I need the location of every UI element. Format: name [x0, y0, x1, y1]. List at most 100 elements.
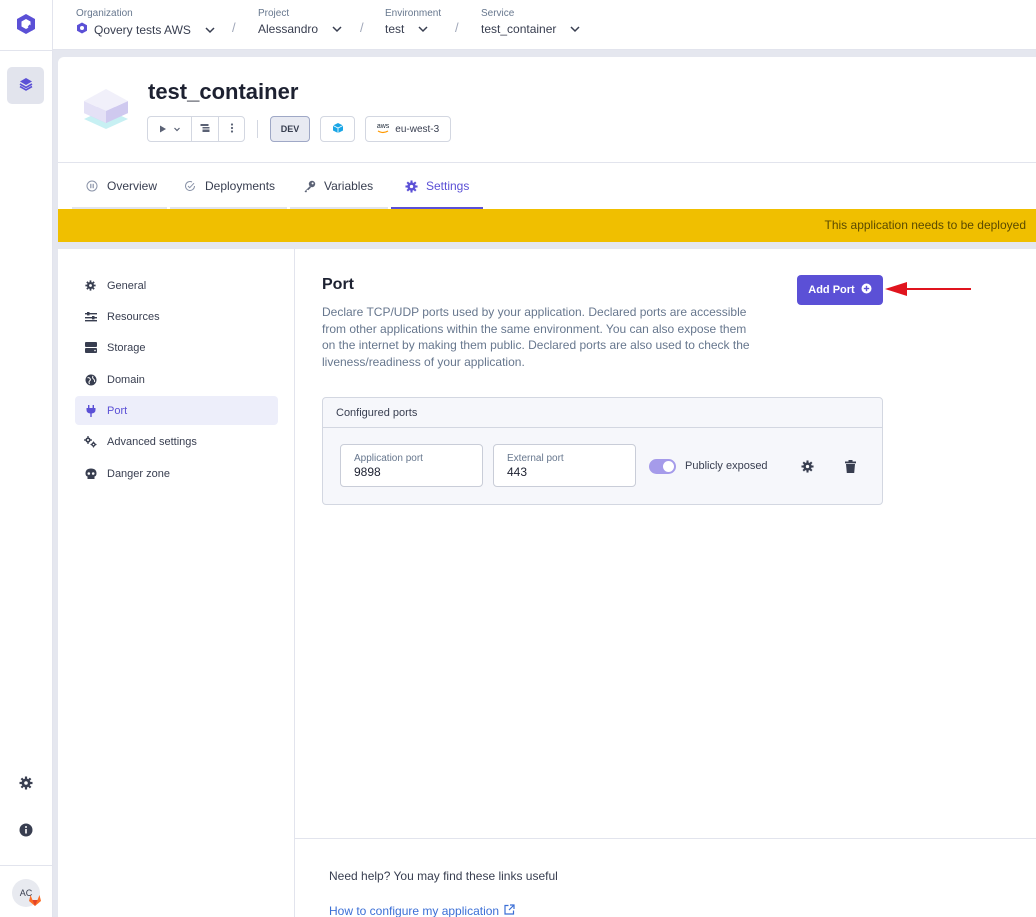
- help-link-label: How to configure my application: [329, 904, 500, 917]
- section-title: Port: [322, 276, 354, 293]
- port-settings-content: Port Declare TCP/UDP ports used by your …: [295, 249, 1036, 917]
- plus-circle-icon: [861, 283, 872, 297]
- chevron-down-icon: [330, 22, 344, 36]
- breadcrumb-separator: /: [232, 20, 236, 35]
- settings-sidebar: General Resources Storage Domain Port Ad…: [58, 249, 295, 917]
- sliders-icon: [84, 310, 97, 323]
- gear-icon: [404, 179, 418, 193]
- chevron-down-icon: [416, 22, 430, 36]
- breadcrumb-environment[interactable]: Environment test: [385, 8, 441, 36]
- breadcrumb-separator: /: [360, 20, 364, 35]
- gear-icon: [84, 279, 97, 292]
- sidebar-item-label: Resources: [107, 310, 160, 323]
- publicly-exposed-label: Publicly exposed: [685, 460, 768, 472]
- qovery-logo-icon[interactable]: [14, 12, 38, 36]
- region-label: eu-west-3: [395, 123, 440, 135]
- sidebar-item-advanced-settings[interactable]: Advanced settings: [75, 427, 278, 456]
- qovery-org-icon: [76, 22, 88, 37]
- breadcrumb-organization[interactable]: Organization Qovery tests AWS: [76, 8, 217, 37]
- sidebar-item-danger-zone[interactable]: Danger zone: [75, 459, 278, 488]
- tab-settings[interactable]: Settings: [404, 163, 469, 209]
- breadcrumb-service[interactable]: Service test_container: [481, 8, 582, 36]
- add-port-label: Add Port: [808, 284, 855, 296]
- port-settings-gear-icon[interactable]: [799, 458, 815, 474]
- sidebar-item-label: Port: [107, 404, 128, 417]
- configured-ports-card: Configured ports Application port 9898 E…: [322, 397, 883, 505]
- application-port-field[interactable]: Application port 9898: [340, 444, 483, 487]
- container-cube-icon: [80, 83, 132, 135]
- globe-icon: [84, 373, 97, 386]
- tab-variables[interactable]: Variables: [302, 163, 373, 209]
- check-circle-icon: [183, 179, 197, 193]
- environments-nav-button[interactable]: [7, 67, 44, 104]
- service-tabs: Overview Deployments Variables Settings: [58, 163, 1036, 209]
- sidebar-item-label: Advanced settings: [107, 435, 197, 448]
- deploy-menu-button[interactable]: [148, 117, 192, 141]
- gears-icon: [84, 435, 97, 448]
- cluster-tag[interactable]: [320, 116, 355, 142]
- breadcrumb-project[interactable]: Project Alessandro: [258, 8, 344, 36]
- service-actions-group: [147, 116, 245, 142]
- help-link[interactable]: How to configure my application: [329, 904, 515, 917]
- tab-overview[interactable]: Overview: [85, 163, 157, 209]
- sidebar-item-label: Domain: [107, 373, 145, 386]
- external-port-field[interactable]: External port 443: [493, 444, 636, 487]
- breadcrumb-value: Qovery tests AWS: [94, 22, 191, 37]
- deploy-warning-banner: This application needs to be deployed: [58, 209, 1036, 242]
- field-label: External port: [507, 453, 564, 464]
- tab-label: Settings: [426, 179, 470, 193]
- breadcrumb-label: Environment: [385, 8, 442, 19]
- sidebar-item-label: Danger zone: [107, 467, 170, 480]
- sidebar-item-port[interactable]: Port: [75, 396, 278, 425]
- configured-ports-title: Configured ports: [323, 398, 882, 428]
- sidebar-item-domain[interactable]: Domain: [75, 365, 278, 394]
- rail-bottom-separator: [0, 865, 53, 866]
- sidebar-item-resources[interactable]: Resources: [75, 302, 278, 331]
- sidebar-item-storage[interactable]: Storage: [75, 333, 278, 362]
- chevron-down-icon: [203, 23, 217, 37]
- environment-mode-tag: DEV: [270, 116, 310, 142]
- help-section: Need help? You may find these links usef…: [295, 838, 1036, 917]
- breadcrumb-separator: /: [455, 20, 459, 35]
- logs-button[interactable]: [192, 117, 219, 141]
- breadcrumb-value: test: [385, 22, 405, 36]
- tab-label: Variables: [324, 179, 374, 193]
- scroll-icon: [200, 122, 211, 136]
- section-gap: [58, 242, 1036, 249]
- chevron-down-icon: [568, 22, 582, 36]
- breadcrumb-label: Service: [481, 8, 515, 19]
- info-icon[interactable]: [17, 821, 35, 839]
- field-label: Application port: [354, 453, 423, 464]
- trash-icon[interactable]: [842, 458, 858, 474]
- breadcrumb-label: Organization: [76, 8, 133, 19]
- aws-logo-icon: aws: [377, 123, 389, 134]
- pause-circle-icon: [85, 179, 99, 193]
- tab-deployments[interactable]: Deployments: [183, 163, 275, 209]
- play-icon: [159, 122, 167, 136]
- publicly-exposed-toggle[interactable]: [649, 459, 676, 474]
- settings-gear-icon[interactable]: [17, 774, 35, 792]
- top-bar: Organization Qovery tests AWS / Project …: [53, 0, 1036, 50]
- field-value: 9898: [354, 465, 381, 479]
- sidebar-item-label: Storage: [107, 341, 146, 354]
- layers-icon: [19, 77, 33, 94]
- plug-icon: [84, 404, 97, 417]
- hard-drive-icon: [84, 341, 97, 354]
- more-options-button[interactable]: [219, 117, 244, 141]
- gitlab-icon: [28, 893, 42, 907]
- section-description: Declare TCP/UDP ports used by your appli…: [322, 305, 750, 369]
- tab-label: Deployments: [205, 179, 276, 193]
- header-divider: [257, 120, 258, 138]
- sidebar-item-general[interactable]: General: [75, 271, 278, 300]
- breadcrumb-label: Project: [258, 8, 290, 19]
- add-port-button[interactable]: Add Port: [797, 275, 883, 305]
- sidebar-item-label: General: [107, 279, 147, 292]
- rail-separator: [0, 50, 53, 51]
- chevron-down-icon: [173, 122, 181, 136]
- external-link-icon: [504, 904, 515, 917]
- left-rail: AC: [0, 0, 53, 917]
- service-title: test_container: [148, 79, 299, 104]
- field-value: 443: [507, 465, 528, 479]
- service-header: test_container DEV aws eu-west-3: [58, 57, 1036, 163]
- ellipsis-vertical-icon: [230, 122, 234, 136]
